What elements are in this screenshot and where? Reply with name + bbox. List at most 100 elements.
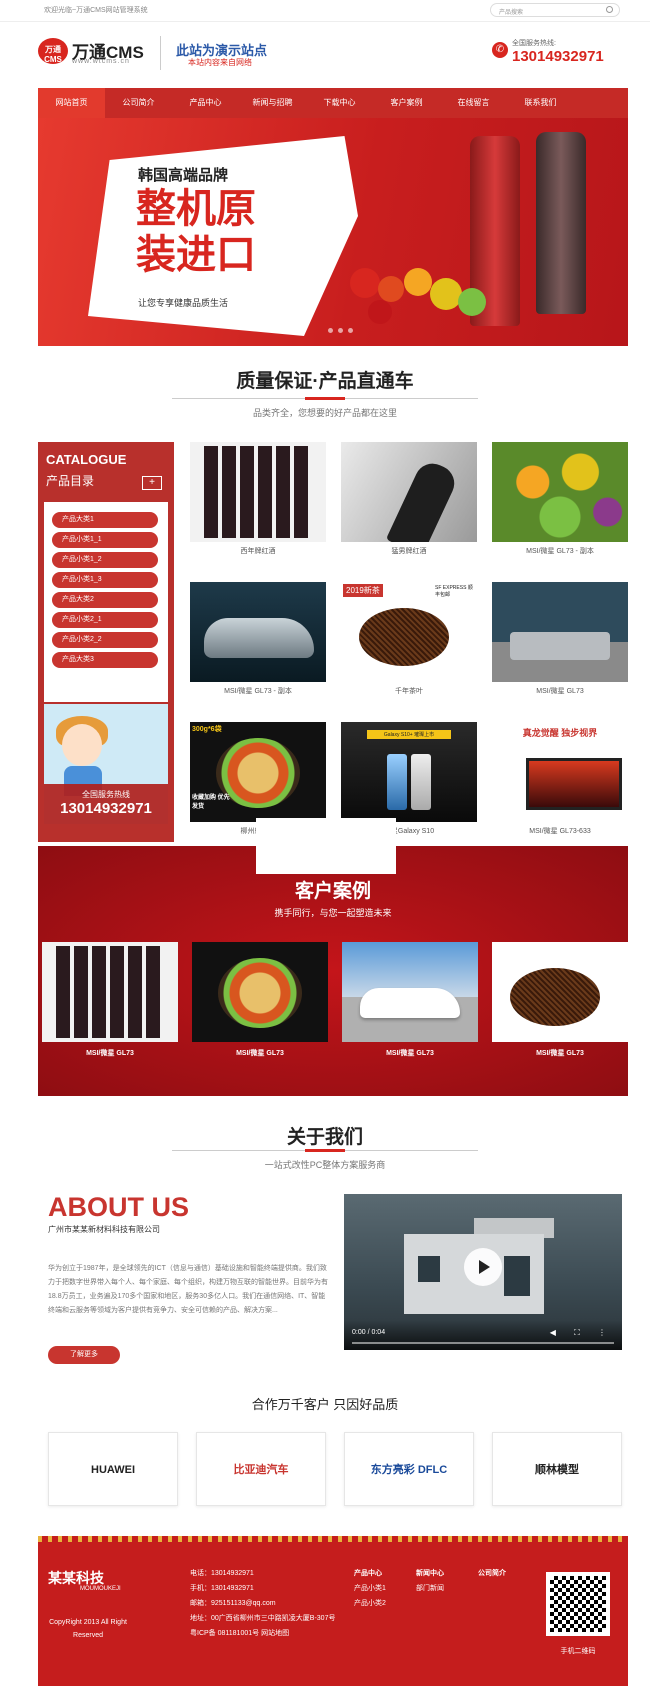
- product-image-wine[interactable]: [190, 442, 326, 542]
- product-caption[interactable]: 西年牌红酒: [190, 546, 326, 556]
- case-card[interactable]: MSI/微星 GL73: [192, 942, 328, 1058]
- partner-logo-sums[interactable]: 顺林模型: [492, 1432, 622, 1506]
- product-card[interactable]: 真龙觉醒 独步视界 MSI/微星 GL73-633: [492, 722, 628, 836]
- product-card[interactable]: 西年牌红酒: [190, 442, 326, 556]
- product-image-car[interactable]: [190, 582, 326, 682]
- product-card[interactable]: MSI/微星 GL73 - 副本: [492, 442, 628, 556]
- search-icon[interactable]: [606, 6, 613, 13]
- case-card[interactable]: MSI/微星 GL73: [42, 942, 178, 1058]
- catalogue-sidebar: CATALOGUE 产品目录 + 产品大类1 产品小类1_1 产品小类1_2 产…: [38, 442, 174, 842]
- fruit-image: [430, 278, 462, 310]
- footer-email[interactable]: 邮箱：925151133@qq.com: [190, 1596, 340, 1611]
- nav-item-cases[interactable]: 客户案例: [373, 88, 440, 118]
- phone-number: 13014932971: [512, 48, 604, 65]
- about-video-player[interactable]: 0:00 / 0:04 ◀ ⛶ ⋮: [344, 1194, 622, 1350]
- expand-icon[interactable]: +: [142, 476, 162, 490]
- nav-item-home[interactable]: 网站首页: [38, 88, 105, 118]
- case-card[interactable]: MSI/微星 GL73: [342, 942, 478, 1058]
- search-input[interactable]: 产品搜索: [490, 3, 620, 17]
- case-image-car[interactable]: [342, 942, 478, 1042]
- section-divider: [172, 397, 478, 400]
- product-image-laptop[interactable]: 真龙觉醒 独步视界: [492, 722, 628, 822]
- logo-badge[interactable]: 万通 CMS: [38, 38, 68, 64]
- footer-link[interactable]: 新闻中心: [416, 1566, 444, 1581]
- product-caption[interactable]: MSI/微星 GL73 - 副本: [190, 686, 326, 696]
- product-card[interactable]: 2019新茶 SF EXPRESS 顺丰包邮 千年茶叶: [341, 582, 477, 696]
- case-image-noodles[interactable]: [192, 942, 328, 1042]
- video-control-icons[interactable]: ◀ ⛶ ⋮: [550, 1328, 614, 1338]
- cases-title: 客户案例: [294, 881, 371, 902]
- product-image-vegetables[interactable]: [492, 442, 628, 542]
- qr-code-image: [546, 1572, 610, 1636]
- video-progress-bar[interactable]: [352, 1342, 614, 1344]
- category-item[interactable]: 产品小类1_1: [52, 532, 158, 548]
- hotline-number: 13014932971: [60, 800, 152, 817]
- search-placeholder: 产品搜索: [499, 10, 524, 16]
- footer-col-news: 新闻中心 部门新闻: [416, 1566, 444, 1596]
- case-caption[interactable]: MSI/微星 GL73: [192, 1048, 328, 1058]
- partner-logo-dflc[interactable]: 东方亮彩 DFLC: [344, 1432, 474, 1506]
- nav-item-downloads[interactable]: 下载中心: [306, 88, 373, 118]
- product-image-phone[interactable]: Galaxy S10+ 璀璨上市: [341, 722, 477, 822]
- welcome-text: 欢迎光临~万通CMS网站管理系统: [44, 7, 148, 14]
- product-caption[interactable]: MSI/微星 GL73: [492, 686, 628, 696]
- footer-col-products: 产品中心 产品小类1 产品小类2: [354, 1566, 386, 1611]
- footer-link[interactable]: 部门新闻: [416, 1581, 444, 1596]
- category-item[interactable]: 产品大类3: [52, 652, 158, 668]
- footer-copyright: CopyRight 2013 All Right Reserved: [49, 1619, 127, 1639]
- logo-domain: www.wtcms.cn: [72, 58, 130, 65]
- about-section-subtitle: 一站式改性PC整体方案服务商: [264, 1160, 386, 1170]
- hero-banner[interactable]: 韩国高端品牌 整机原装进口 让您专享健康品质生活: [38, 118, 628, 346]
- case-image-tea[interactable]: [492, 942, 628, 1042]
- footer-logo[interactable]: 某某科技: [48, 1568, 104, 1588]
- footer-link[interactable]: 产品中心: [354, 1566, 386, 1581]
- case-image-wine[interactable]: [42, 942, 178, 1042]
- product-caption[interactable]: MSI/微星 GL73 - 副本: [492, 546, 628, 556]
- video-time: 0:00 / 0:04: [352, 1329, 386, 1336]
- product-caption[interactable]: 千年茶叶: [341, 686, 477, 696]
- case-caption[interactable]: MSI/微星 GL73: [492, 1048, 628, 1058]
- category-item[interactable]: 产品大类1: [52, 512, 158, 528]
- footer-link[interactable]: 产品小类1: [354, 1581, 386, 1596]
- product-card[interactable]: 猛男牌红酒: [341, 442, 477, 556]
- banner-pagination[interactable]: [328, 328, 353, 333]
- hotline-label: 全国服务热线: [82, 790, 130, 799]
- learn-more-button[interactable]: 了解更多: [48, 1346, 120, 1364]
- product-image-sofa[interactable]: [492, 582, 628, 682]
- product-card[interactable]: MSI/微星 GL73 - 副本: [190, 582, 326, 696]
- case-caption[interactable]: MSI/微星 GL73: [42, 1048, 178, 1058]
- category-list: 产品大类1 产品小类1_1 产品小类1_2 产品小类1_3 产品大类2 产品小类…: [44, 502, 168, 702]
- case-caption[interactable]: MSI/微星 GL73: [342, 1048, 478, 1058]
- tea-year-badge: 2019新茶: [343, 584, 383, 597]
- footer: 某某科技 MOUMOUKEJI CopyRight 2013 All Right…: [38, 1536, 628, 1686]
- product-caption[interactable]: 猛男牌红酒: [341, 546, 477, 556]
- nav-item-message[interactable]: 在线留言: [440, 88, 507, 118]
- product-image-wine-bottle[interactable]: [341, 442, 477, 542]
- product-image-noodles[interactable]: 300g*6袋 收藏加购 优先发货: [190, 722, 326, 822]
- partner-logo-huawei[interactable]: HUAWEI: [48, 1432, 178, 1506]
- nav-item-contact[interactable]: 联系我们: [507, 88, 574, 118]
- nav-item-about[interactable]: 公司简介: [105, 88, 172, 118]
- partner-logo-byd[interactable]: 比亚迪汽车: [196, 1432, 326, 1506]
- product-image-tea[interactable]: 2019新茶 SF EXPRESS 顺丰包邮: [341, 582, 477, 682]
- nav-item-news[interactable]: 新闻与招聘: [239, 88, 306, 118]
- footer-stripe: [38, 1536, 628, 1542]
- footer-link[interactable]: 公司简介: [478, 1566, 506, 1581]
- product-card[interactable]: MSI/微星 GL73: [492, 582, 628, 696]
- category-item[interactable]: 产品小类2_1: [52, 612, 158, 628]
- footer-link[interactable]: 产品小类2: [354, 1596, 386, 1611]
- category-item[interactable]: 产品小类2_2: [52, 632, 158, 648]
- products-section-title: 质量保证·产品直通车: [236, 371, 414, 392]
- category-item[interactable]: 产品小类1_2: [52, 552, 158, 568]
- about-body: 华为创立于1987年，是全球领先的ICT（信息与通信）基础设施和智能终端提供商。…: [48, 1265, 328, 1314]
- play-icon[interactable]: [464, 1248, 502, 1286]
- catalogue-title-cn: 产品目录: [46, 474, 95, 488]
- product-caption[interactable]: MSI/微星 GL73-633: [492, 826, 628, 836]
- footer-icp[interactable]: 粤ICP备 081181001号 网站地图: [190, 1626, 340, 1641]
- category-item[interactable]: 产品大类2: [52, 592, 158, 608]
- phone-label: 全国服务热线:: [512, 40, 556, 47]
- nav-item-products[interactable]: 产品中心: [172, 88, 239, 118]
- msi-badge: 真龙觉醒 独步视界: [522, 728, 598, 738]
- category-item[interactable]: 产品小类1_3: [52, 572, 158, 588]
- case-card[interactable]: MSI/微星 GL73: [492, 942, 628, 1058]
